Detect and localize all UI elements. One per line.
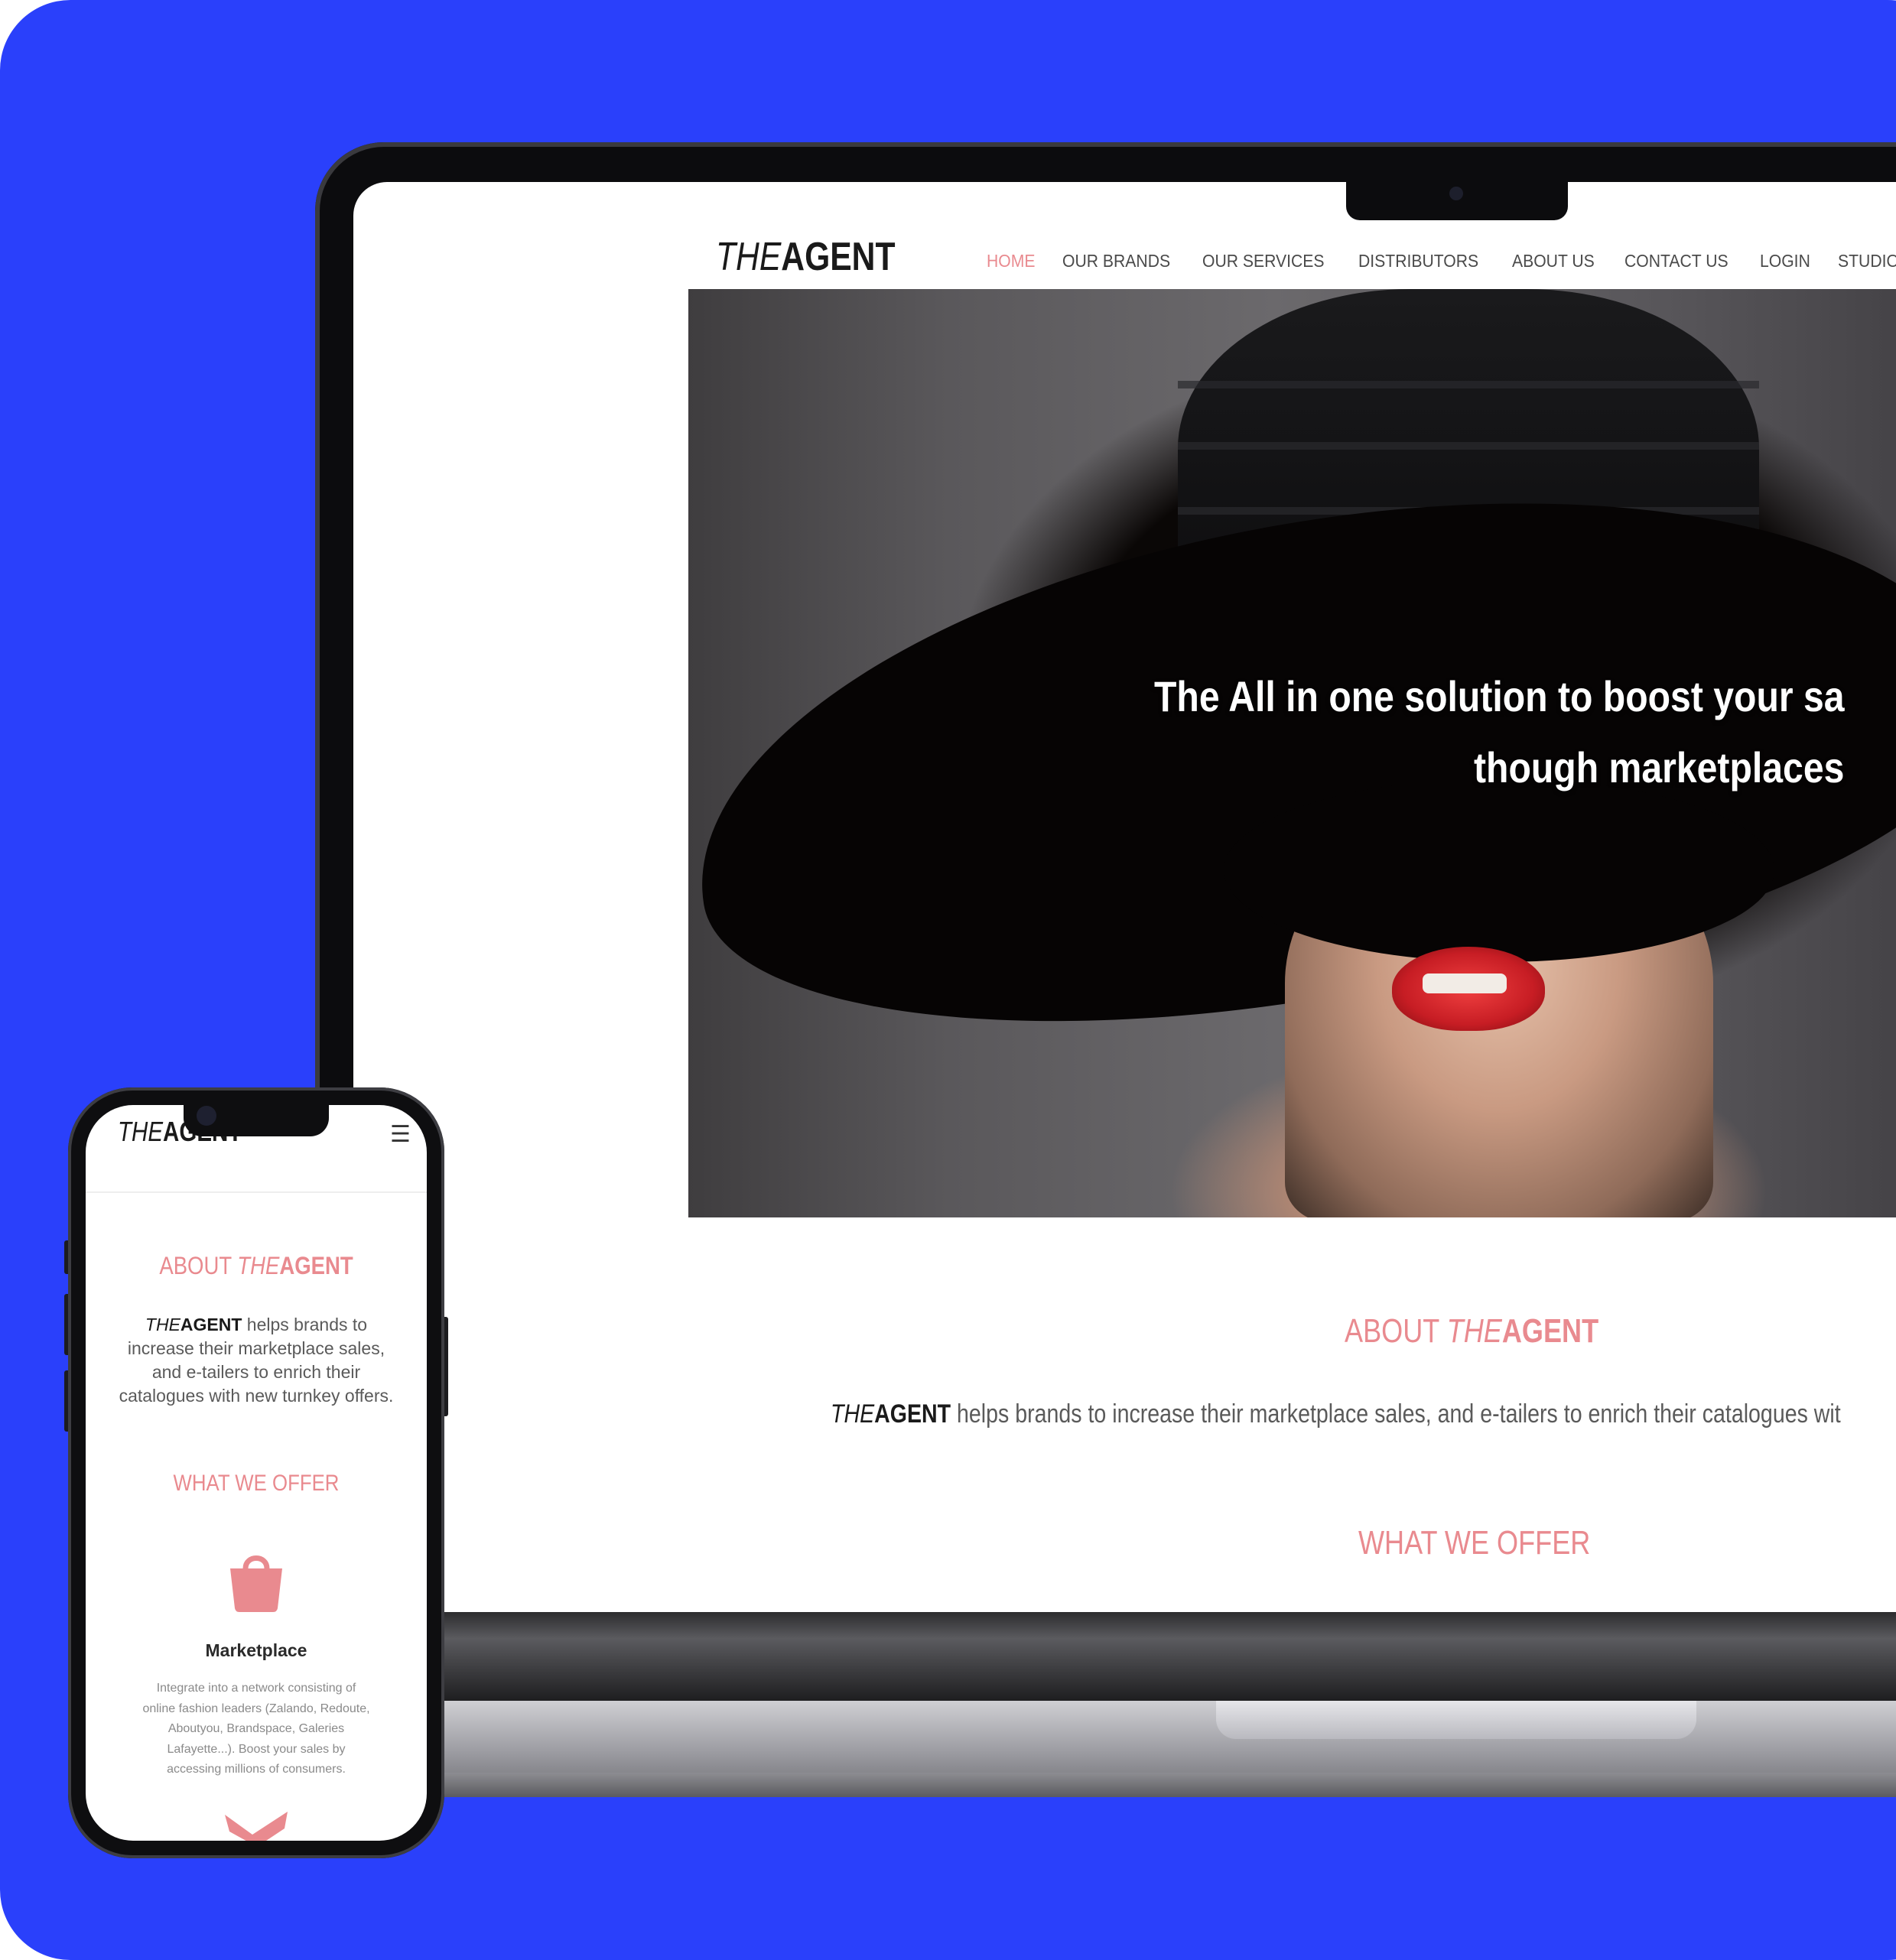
hero-headline-line2: though marketplaces: [1474, 743, 1845, 791]
nav-item-studio-photo[interactable]: STUDIO PHOTO: [1838, 251, 1896, 271]
mobile-offer-title: WHAT WE OFFER: [173, 1471, 340, 1496]
site-logo[interactable]: THEAGENT: [716, 234, 896, 280]
hat-shadow-shape: [1224, 778, 1774, 962]
hamburger-menu-icon[interactable]: ☰: [390, 1123, 411, 1146]
laptop-camera: [1449, 187, 1463, 200]
laptop-deck-edge: [421, 1773, 1896, 1797]
phone-screen: THEAGENT ☰ ABOUT THEAGENT THEAGENT helps…: [86, 1105, 427, 1841]
nav-item-about-us[interactable]: ABOUT US: [1512, 251, 1595, 271]
nav-item-our-services[interactable]: OUR SERVICES: [1202, 251, 1325, 271]
nav-item-distributors[interactable]: DISTRIBUTORS: [1358, 251, 1478, 271]
nav-item-login[interactable]: LOGIN: [1760, 251, 1810, 271]
nav-item-our-brands[interactable]: OUR BRANDS: [1062, 251, 1170, 271]
mobile-about-text: THEAGENT helps brands to increase their …: [116, 1313, 396, 1408]
mobile-about-title-agent: AGENT: [279, 1252, 353, 1279]
mobile-about-title-the: THE: [237, 1252, 280, 1279]
mobile-about-text-the: THE: [145, 1315, 180, 1334]
hat-stripe: [1178, 442, 1759, 450]
phone-camera: [197, 1106, 216, 1126]
about-title-agent: AGENT: [1501, 1312, 1599, 1350]
about-title-prefix: ABOUT: [1345, 1312, 1447, 1350]
showcase-stage: THEAGENT HOME OUR BRANDS OUR SERVICES DISTR…: [0, 0, 1896, 1960]
hat-stripe: [1178, 381, 1759, 388]
logo-the: THE: [716, 235, 782, 279]
about-section-title: ABOUT THEAGENT: [1345, 1312, 1598, 1351]
logo-agent: AGENT: [781, 235, 896, 279]
nav-item-home[interactable]: HOME: [987, 251, 1035, 271]
shopping-bag-icon: [230, 1555, 282, 1612]
next-service-icon: [225, 1812, 288, 1841]
laptop-bottom-bezel: [421, 1612, 1896, 1701]
laptop-screen: THEAGENT HOME OUR BRANDS OUR SERVICES DISTR…: [353, 182, 1896, 1612]
mobile-logo-the: THE: [118, 1116, 164, 1147]
mobile-header-divider: [86, 1191, 427, 1193]
about-text-the: THE: [831, 1399, 875, 1429]
marketplace-description: Integrate into a network consisting of o…: [142, 1682, 370, 1776]
mobile-about-title: ABOUT THEAGENT: [109, 1252, 403, 1280]
offer-section-title: WHAT WE OFFER: [1358, 1524, 1591, 1562]
mobile-about-title-prefix: ABOUT: [159, 1252, 238, 1279]
marketplace-title: Marketplace: [205, 1640, 307, 1660]
laptop-hinge-cutout: [1216, 1701, 1696, 1739]
about-text-agent: AGENT: [874, 1399, 951, 1429]
nav-item-contact-us[interactable]: CONTACT US: [1624, 251, 1729, 271]
model-teeth-shape: [1423, 973, 1507, 993]
hero-headline-line1: The All in one solution to boost your sa: [1154, 672, 1845, 720]
about-section-text: THEAGENT helps brands to increase their …: [831, 1399, 1841, 1429]
mobile-about-text-agent: AGENT: [180, 1315, 242, 1334]
about-text-body: helps brands to increase their marketpla…: [951, 1399, 1841, 1429]
about-title-the: THE: [1446, 1312, 1502, 1350]
main-navigation: HOME OUR BRANDS OUR SERVICES DISTRIBUTORS AB…: [987, 251, 1896, 271]
